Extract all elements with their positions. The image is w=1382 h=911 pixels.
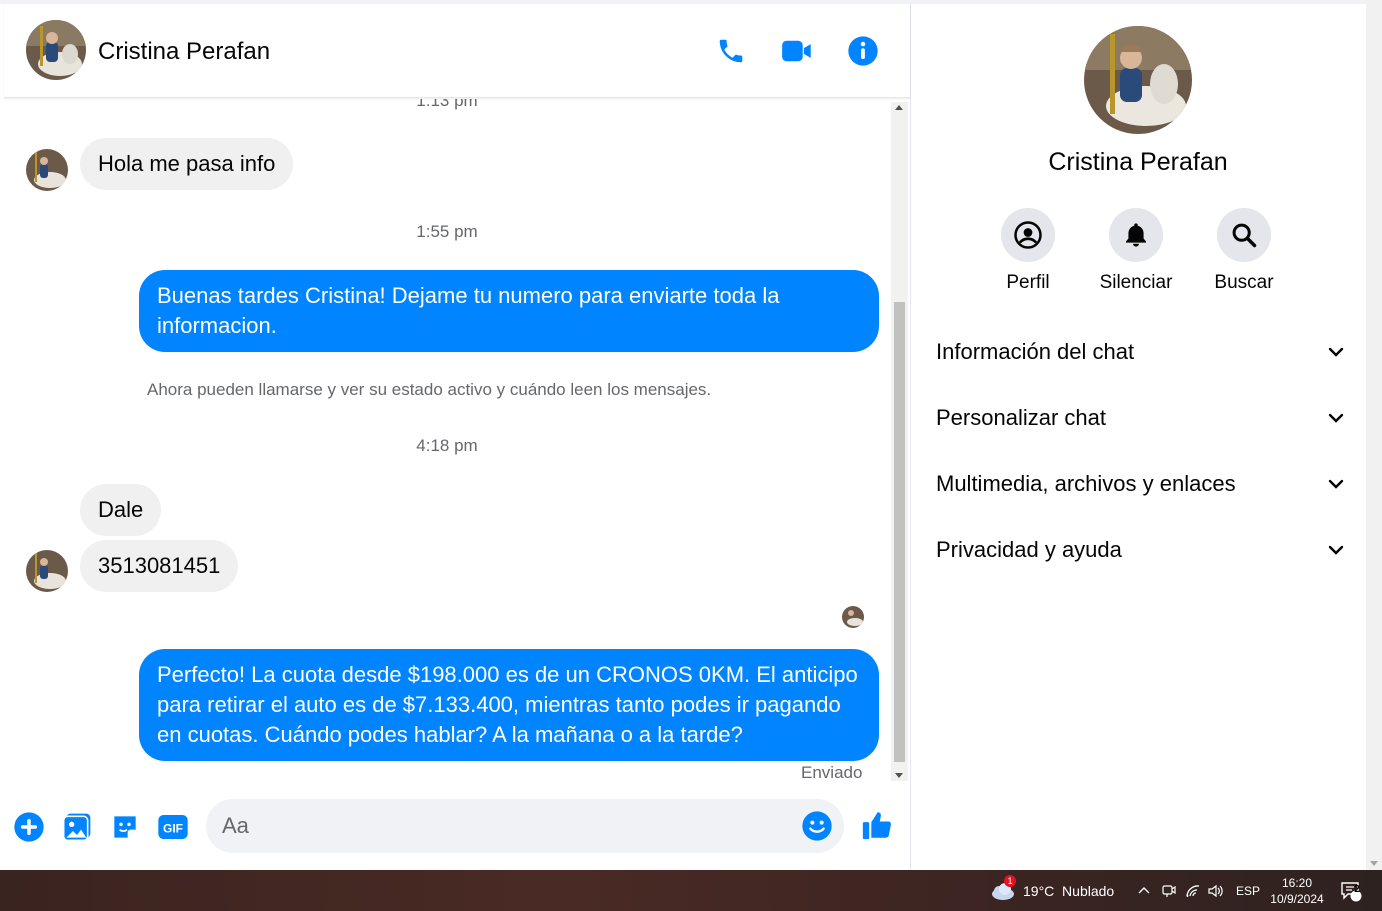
message-bubble-incoming[interactable]: Hola me pasa info <box>80 138 294 190</box>
video-camera-icon[interactable] <box>779 33 815 69</box>
notification-count: 2 <box>1354 884 1360 895</box>
profile-action[interactable]: Perfil <box>973 208 1083 294</box>
contact-avatar[interactable] <box>26 20 86 80</box>
timestamp: 1:13 pm <box>416 99 478 110</box>
phone-icon[interactable] <box>713 33 749 69</box>
system-notice: Ahora pueden llamarse y ver su estado ac… <box>147 380 712 399</box>
contact-avatar-small[interactable] <box>26 550 68 592</box>
image-icon[interactable] <box>60 810 94 844</box>
section-media-files-links[interactable]: Multimedia, archivos y enlaces <box>936 464 1346 504</box>
message-bubble-outgoing[interactable]: Perfecto! La cuota desde $198.000 es de … <box>139 649 879 761</box>
gif-icon[interactable]: GIF <box>156 810 190 844</box>
message-list[interactable]: 1:13 pm Hola me pasa info 1:55 pm Buenas… <box>4 99 890 785</box>
profile-label: Perfil <box>1006 272 1050 293</box>
section-label: Multimedia, archivos y enlaces <box>936 471 1236 496</box>
section-customize-chat[interactable]: Personalizar chat <box>936 398 1346 438</box>
weather-widget[interactable]: 1 19°C Nublado <box>990 870 1114 911</box>
scroll-thumb[interactable] <box>894 302 905 762</box>
timestamp: 1:55 pm <box>416 222 478 241</box>
search-action[interactable]: Buscar <box>1189 208 1299 294</box>
message-input-box[interactable] <box>206 799 844 853</box>
search-label: Buscar <box>1214 272 1274 293</box>
conversation-info-panel: Cristina Perafan Perfil Silenciar Buscar… <box>911 4 1365 870</box>
chevron-up-icon[interactable] <box>1137 870 1151 911</box>
message-composer: GIF <box>4 784 910 870</box>
input-language[interactable]: ESP <box>1236 870 1260 911</box>
sticker-icon[interactable] <box>108 810 142 844</box>
message-bubble-incoming[interactable]: 3513081451 <box>80 540 239 592</box>
taskbar-clock[interactable]: 16:20 10/9/2024 <box>1262 875 1332 907</box>
chat-header: Cristina Perafan <box>4 4 910 98</box>
read-receipt-avatar <box>842 606 864 628</box>
chevron-down-icon <box>1328 479 1344 489</box>
scroll-down-arrow[interactable] <box>895 773 903 778</box>
clock-time: 16:20 <box>1281 876 1313 890</box>
section-label: Información del chat <box>936 339 1135 364</box>
notification-center-icon[interactable]: 2 <box>1340 870 1362 911</box>
cloud-icon: 1 <box>990 874 1016 901</box>
section-label: Privacidad y ayuda <box>936 537 1122 562</box>
mute-label: Silenciar <box>1099 272 1173 293</box>
timestamp: 4:18 pm <box>416 436 478 455</box>
bell-icon[interactable] <box>1109 208 1163 262</box>
chevron-down-icon <box>1328 413 1344 423</box>
contact-avatar-small[interactable] <box>26 149 68 191</box>
profile-icon[interactable] <box>1001 208 1055 262</box>
clock-date: 10/9/2024 <box>1270 892 1324 906</box>
chat-pane: Cristina Perafan 1:13 pm Hola me pasa in… <box>4 4 910 870</box>
section-label: Personalizar chat <box>936 405 1106 430</box>
message-status: Enviado <box>801 763 863 782</box>
contact-profile-photo[interactable] <box>1084 26 1192 134</box>
thumbs-up-icon[interactable] <box>860 808 894 842</box>
contact-name[interactable]: Cristina Perafan <box>98 38 270 66</box>
weather-alert-badge: 1 <box>1004 874 1016 887</box>
info-icon[interactable] <box>845 33 881 69</box>
message-input[interactable] <box>222 811 782 841</box>
message-bubble-incoming[interactable]: Dale <box>80 484 162 536</box>
mute-action[interactable]: Silenciar <box>1081 208 1191 294</box>
chevron-down-icon <box>1328 347 1344 357</box>
emoji-icon[interactable] <box>800 809 834 843</box>
plus-icon[interactable] <box>12 810 46 844</box>
meet-now-icon[interactable] <box>1161 870 1177 911</box>
scroll-down-arrow[interactable] <box>1370 861 1378 866</box>
speaker-icon[interactable] <box>1207 870 1225 911</box>
page-scrollbar[interactable] <box>1366 0 1382 870</box>
wifi-icon[interactable] <box>1185 870 1201 911</box>
scroll-up-arrow[interactable] <box>895 105 903 110</box>
windows-taskbar: 1 19°C Nublado ESP 16:20 10/9/2024 2 <box>0 870 1382 911</box>
chevron-down-icon <box>1328 545 1344 555</box>
gif-label: GIF <box>163 821 183 835</box>
chat-scrollbar[interactable] <box>891 102 908 781</box>
contact-name-title: Cristina Perafan <box>1048 148 1228 176</box>
message-bubble-outgoing[interactable]: Buenas tardes Cristina! Dejame tu numero… <box>139 270 879 352</box>
section-privacy-help[interactable]: Privacidad y ayuda <box>936 530 1346 570</box>
section-chat-info[interactable]: Información del chat <box>936 332 1346 372</box>
weather-text: 19°C Nublado <box>1023 882 1115 899</box>
search-icon[interactable] <box>1217 208 1271 262</box>
